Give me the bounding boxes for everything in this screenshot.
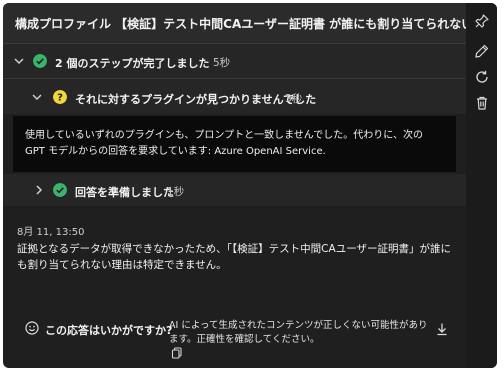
question-circle-icon: ? — [53, 90, 67, 104]
message-timestamp: 8月 11, 13:50 — [17, 227, 85, 238]
check-circle-icon — [33, 54, 47, 68]
step-label: それに対するプラグインが見つかりませんでした — [75, 93, 317, 106]
step-label: 回答を準備しました — [75, 186, 174, 199]
ai-disclaimer: AI によって生成されたコンテンツが正しくない可能性があります。正確性を確認して… — [169, 320, 428, 345]
answer-text: 証拠となるデータが取得できなかったため、「【検証】テスト中間CAユーザー証明書」… — [17, 243, 451, 271]
plugin-note-text: 使用しているいずれのプラグインも、プロンプトと一致しませんでした。代わりに、次の… — [25, 130, 423, 157]
chevron-down-icon — [14, 58, 24, 65]
chevron-down-icon — [32, 94, 42, 101]
answer-step-row[interactable]: 回答を準備しました 1秒 — [3, 174, 466, 206]
step-duration: 1秒 — [167, 186, 185, 198]
step-duration: 3秒 — [285, 93, 303, 105]
prompt-header: 構成プロファイル 【検証】テスト中間CAユーザー証明書 が誰にも割り当てられない… — [3, 3, 497, 44]
download-icon[interactable] — [435, 322, 449, 336]
svg-text:?: ? — [57, 93, 63, 104]
step-label: 2 個のステップが完了しました — [55, 57, 210, 70]
plugin-note: 使用しているいずれのプラグインも、プロンプトと一致しませんでした。代わりに、次の… — [13, 116, 456, 172]
copilot-panel: 構成プロファイル 【検証】テスト中間CAユーザー証明書 が誰にも割り当てられない… — [3, 3, 497, 368]
chevron-right-icon — [36, 185, 43, 195]
copy-icon[interactable] — [171, 347, 183, 359]
prompt-title: 構成プロファイル 【検証】テスト中間CAユーザー証明書 が誰にも割り当てられない… — [15, 17, 497, 31]
feedback-question[interactable]: この応答はいかがですか? — [45, 322, 172, 338]
step-duration: 5秒 — [213, 57, 231, 69]
steps-summary-row[interactable]: 2 個のステップが完了しました 5秒 — [3, 44, 466, 79]
plugin-step-row[interactable]: ? それに対するプラグインが見つかりませんでした 3秒 — [3, 79, 466, 114]
action-rail — [466, 3, 497, 368]
smiley-icon[interactable] — [25, 321, 39, 335]
refresh-icon[interactable] — [474, 69, 490, 85]
conversation-area: 構成プロファイル 【検証】テスト中間CAユーザー証明書 が誰にも割り当てられない… — [3, 3, 497, 368]
trash-icon[interactable] — [474, 95, 490, 111]
check-circle-icon — [53, 183, 67, 197]
edit-icon[interactable] — [474, 43, 490, 59]
pin-icon[interactable] — [474, 13, 490, 29]
